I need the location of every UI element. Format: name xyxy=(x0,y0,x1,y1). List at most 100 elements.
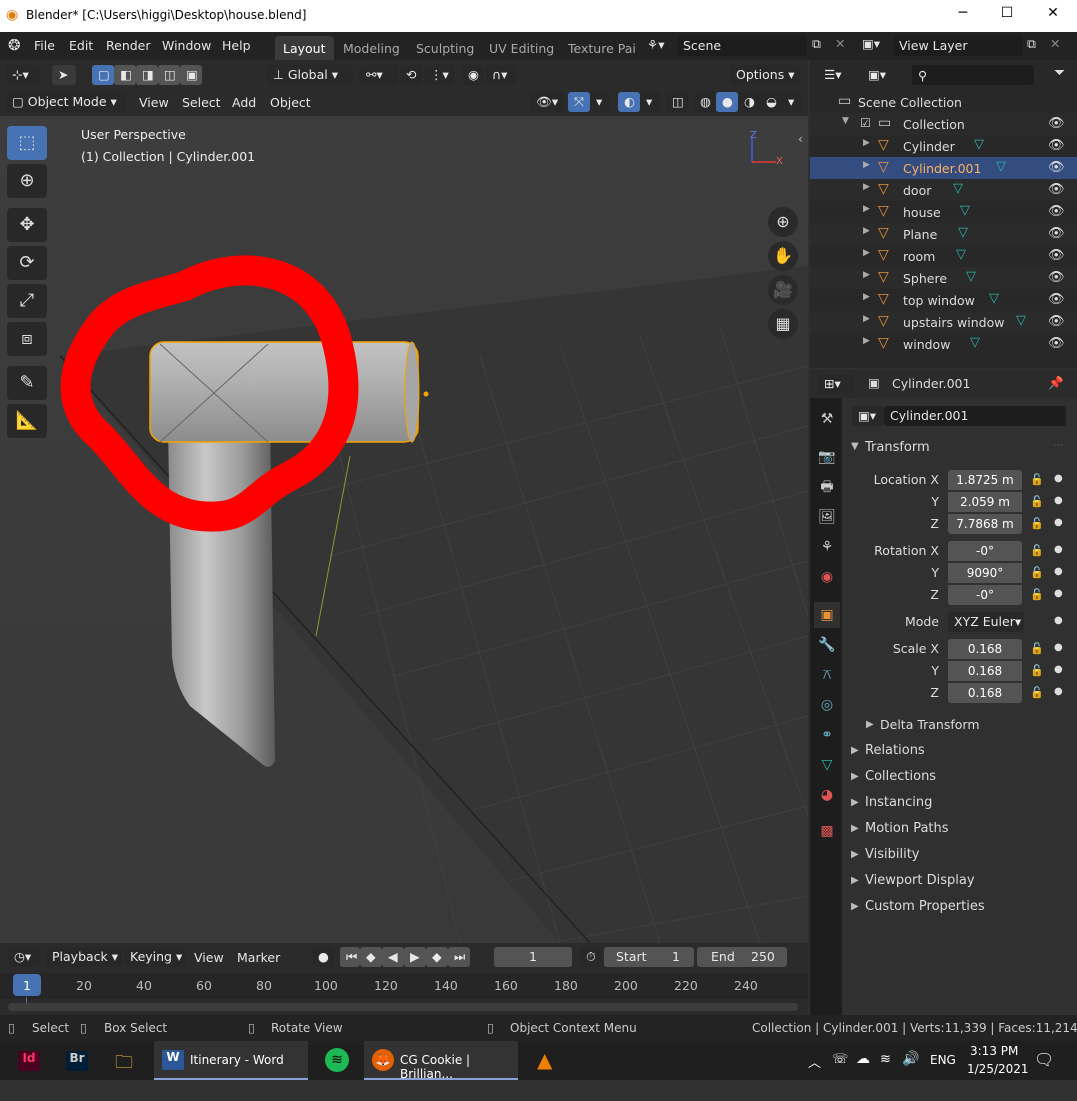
outliner-row-window[interactable]: ▶ ▽ window ▽ 👁 xyxy=(810,333,1077,355)
gizmo-dropdown-icon[interactable]: ▾ xyxy=(590,92,610,112)
rotation-mode-dropdown[interactable]: XYZ Euler▾ xyxy=(948,612,1024,632)
viewport-menu-select[interactable]: Select xyxy=(182,95,221,110)
snap-toggle-icon[interactable]: ⟲ xyxy=(400,65,422,85)
file-explorer-icon[interactable]: 🗀 xyxy=(115,1050,133,1089)
expand-toggle-icon[interactable]: ▶ xyxy=(851,849,859,860)
ortho-grid-icon[interactable]: ▦ xyxy=(768,309,798,339)
3d-viewport[interactable]: User Perspective (1) Collection | Cylind… xyxy=(0,116,808,943)
collections-panel[interactable]: Collections xyxy=(865,769,936,784)
keyframe-dot-icon[interactable]: ● xyxy=(1054,664,1063,675)
spotify-app-icon[interactable]: ≋ xyxy=(325,1048,349,1072)
outliner-search-field[interactable]: ⚲ xyxy=(912,65,1034,85)
close-button[interactable]: ✕ xyxy=(1038,5,1068,27)
word-taskbar-button[interactable]: W Itinerary - Word xyxy=(154,1041,308,1080)
rotation-y-field[interactable]: 9090° xyxy=(948,563,1022,583)
playback-menu[interactable]: Playback ▾ xyxy=(46,947,122,967)
transform-panel-title[interactable]: Transform xyxy=(865,440,930,455)
menu-file[interactable]: File xyxy=(34,38,55,53)
expand-toggle-icon[interactable]: ▶ xyxy=(863,182,870,192)
tab-layout[interactable]: Layout xyxy=(275,36,334,60)
location-y-field[interactable]: 2.059 m xyxy=(948,492,1022,512)
transform-collapse-icon[interactable]: ▼ xyxy=(851,441,859,452)
physics-tab-icon[interactable]: ◎ xyxy=(814,692,840,718)
delete-scene-icon[interactable]: ✕ xyxy=(835,36,845,51)
keyframe-dot-icon[interactable]: ● xyxy=(1054,517,1063,528)
lock-icon[interactable]: 🔓 xyxy=(1030,664,1044,677)
lock-icon[interactable]: 🔓 xyxy=(1030,544,1044,557)
expand-toggle-icon[interactable]: ▶ xyxy=(863,248,870,258)
eye-icon[interactable]: 👁 xyxy=(1048,292,1065,307)
indesign-app-icon[interactable]: Id xyxy=(18,1051,40,1071)
vlc-app-icon[interactable]: ▲ xyxy=(537,1048,552,1087)
eye-icon[interactable]: 👁 xyxy=(1048,314,1065,329)
lock-icon[interactable]: 🔓 xyxy=(1030,495,1044,508)
outliner-row-room[interactable]: ▶ ▽ room ▽ 👁 xyxy=(810,245,1077,267)
outliner-row-collection[interactable]: ▼ ☑ ▭ Collection 👁 xyxy=(810,113,1077,135)
scale-z-field[interactable]: 0.168 xyxy=(948,683,1022,703)
visibility-panel[interactable]: Visibility xyxy=(865,847,919,862)
object-datablock-icon[interactable]: ▣▾ xyxy=(852,406,884,426)
mode-new-icon[interactable]: ▢ xyxy=(92,65,114,85)
timeline-editor-type-icon[interactable]: ◷▾ xyxy=(8,947,40,967)
minimize-button[interactable]: ─ xyxy=(948,5,978,27)
transform-orientation-dropdown[interactable]: ⊥ Global ▾ xyxy=(267,65,353,85)
prev-keyframe-icon[interactable]: ◆ xyxy=(360,947,382,967)
mesh-data-icon[interactable]: ▽ xyxy=(966,269,976,284)
mesh-data-icon[interactable]: ▽ xyxy=(996,159,1006,174)
lock-icon[interactable]: 🔓 xyxy=(1030,588,1044,601)
keyframe-dot-icon[interactable]: ● xyxy=(1054,615,1063,626)
scene-tab-icon[interactable]: ⚘ xyxy=(814,534,840,560)
play-reverse-icon[interactable]: ◀ xyxy=(382,947,404,967)
panel-drag-handle-icon[interactable]: ⋯ xyxy=(1053,440,1063,451)
next-keyframe-icon[interactable]: ◆ xyxy=(426,947,448,967)
volume-icon[interactable]: 🔊 xyxy=(902,1051,919,1090)
lock-icon[interactable]: 🔓 xyxy=(1030,642,1044,655)
properties-editor-type-icon[interactable]: ⊞▾ xyxy=(818,374,854,394)
output-tab-icon[interactable]: 🖶 xyxy=(814,474,840,500)
wireframe-shading-icon[interactable]: ◍ xyxy=(694,92,716,112)
overlay-toggle-icon[interactable]: ◐ xyxy=(618,92,640,112)
location-x-field[interactable]: 1.8725 m xyxy=(948,470,1022,490)
timeline-scrollbar[interactable] xyxy=(8,1003,798,1011)
menu-edit[interactable]: Edit xyxy=(69,38,93,53)
menu-help[interactable]: Help xyxy=(222,38,251,53)
mesh-data-icon[interactable]: ▽ xyxy=(989,291,999,306)
mode-difference-icon[interactable]: ◫ xyxy=(158,65,180,85)
mesh-data-icon[interactable]: ▽ xyxy=(956,247,966,262)
object-tab-icon[interactable]: ▣ xyxy=(814,602,840,628)
record-icon[interactable]: ● xyxy=(312,947,334,967)
pivot-point-dropdown[interactable]: ⚯▾ xyxy=(360,65,398,85)
outliner-row-cylinder-001[interactable]: ▶ ▽ Cylinder.001 ▽ 👁 xyxy=(810,157,1077,179)
eye-icon[interactable]: 👁 xyxy=(1048,204,1065,219)
scene-name-field[interactable]: Scene xyxy=(677,35,807,56)
particles-tab-icon[interactable]: ⚻ xyxy=(814,662,840,688)
expand-toggle-icon[interactable]: ▶ xyxy=(851,901,859,912)
maximize-button[interactable]: ☐ xyxy=(992,5,1022,27)
object-name-field[interactable]: Cylinder.001 xyxy=(884,406,1066,426)
expand-toggle-icon[interactable]: ▼ xyxy=(842,116,849,126)
tab-texture-paint[interactable]: Texture Pai xyxy=(560,36,638,60)
outliner-row-plane[interactable]: ▶ ▽ Plane ▽ 👁 xyxy=(810,223,1077,245)
jump-start-icon[interactable]: ⏮ xyxy=(340,947,360,967)
mode-subtract-icon[interactable]: ◨ xyxy=(136,65,158,85)
instancing-panel[interactable]: Instancing xyxy=(865,795,932,810)
keying-menu[interactable]: Keying ▾ xyxy=(124,947,186,967)
outliner-row-sphere[interactable]: ▶ ▽ Sphere ▽ 👁 xyxy=(810,267,1077,289)
expand-toggle-icon[interactable]: ▶ xyxy=(851,823,859,834)
viewport-menu-view[interactable]: View xyxy=(139,95,169,110)
mode-dropdown[interactable]: ▢ Object Mode ▾ xyxy=(6,92,126,112)
tool-tab-icon[interactable]: ⚒ xyxy=(814,406,840,432)
keyframe-dot-icon[interactable]: ● xyxy=(1054,566,1063,577)
xray-toggle-icon[interactable]: ◫ xyxy=(666,92,688,112)
new-view-layer-icon[interactable]: ⧉ xyxy=(1027,36,1036,52)
mesh-data-icon[interactable]: ▽ xyxy=(974,137,984,152)
bridge-app-icon[interactable]: Br xyxy=(66,1051,88,1071)
rotation-z-field[interactable]: -0° xyxy=(948,585,1022,605)
select-tool-icon[interactable]: ➤ xyxy=(52,65,76,85)
viewport-menu-object[interactable]: Object xyxy=(270,95,311,110)
relations-panel[interactable]: Relations xyxy=(865,743,925,758)
timeline-ruler[interactable]: 1 20 40 60 80 100 120 140 160 180 200 22… xyxy=(0,973,808,999)
lock-icon[interactable]: 🔓 xyxy=(1030,473,1044,486)
expand-toggle-icon[interactable]: ▶ xyxy=(863,226,870,236)
mesh-data-icon[interactable]: ▽ xyxy=(970,335,980,350)
